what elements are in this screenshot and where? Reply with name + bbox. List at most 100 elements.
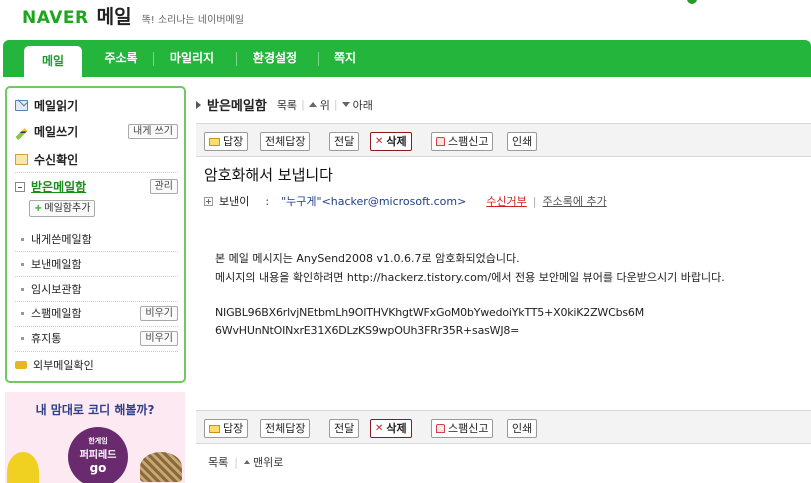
write-mail-link[interactable]: 메일쓰기 <box>34 123 78 140</box>
collapse-icon[interactable] <box>15 181 25 192</box>
report-spam-label: 스팸신고 <box>448 422 489 435</box>
folder-label: 보낸메일함 <box>31 258 82 271</box>
reply-all-button[interactable]: 전체답장 <box>260 132 311 151</box>
ad-badge-line2: 퍼피레드 <box>79 450 117 461</box>
list-link[interactable]: 목록 <box>277 97 297 113</box>
delete-label: 삭제 <box>386 135 407 148</box>
tab-settings[interactable]: 환경설정 <box>243 40 307 77</box>
reject-link[interactable]: 수신거부 <box>486 193 526 209</box>
prev-link[interactable]: 위 <box>320 97 330 113</box>
back-to-top-link[interactable]: 맨위로 <box>253 454 283 470</box>
nav-separator: | <box>333 98 338 111</box>
forward-button[interactable]: 전달 <box>329 132 360 151</box>
sidebar-item-drafts[interactable]: 임시보관함 <box>21 281 178 297</box>
spam-folder-link[interactable]: 스팸메일함 <box>31 305 82 321</box>
arrow-up-icon <box>308 102 317 107</box>
report-spam-button[interactable]: 스팸신고 <box>431 132 494 151</box>
reply-button[interactable]: 답장 <box>204 132 249 151</box>
sidebar-divider <box>15 351 178 352</box>
expand-icon[interactable] <box>204 196 213 206</box>
sidebar-item-self-mailbox[interactable]: 내게쓴메일함 <box>21 231 178 247</box>
external-mail-label: 외부메일확인 <box>33 359 94 372</box>
sidebar-item-write-mail: 메일쓰기 내게 쓰기 <box>15 123 178 140</box>
sidebar-divider <box>15 326 178 327</box>
tab-memo[interactable]: 쪽지 <box>323 40 367 77</box>
read-mail-label: 메일읽기 <box>34 99 79 113</box>
reply-label: 답장 <box>223 422 244 435</box>
reply-button[interactable]: 답장 <box>204 419 249 438</box>
encrypted-text-line: NIGBL96BX6rlvjNEtbmLh9OITHVKhgtWFxGoM0bY… <box>215 306 644 319</box>
folder-label: 내게쓴메일함 <box>31 233 92 246</box>
trash-folder-link[interactable]: 휴지통 <box>31 330 61 346</box>
sidebar-item-receipt-check[interactable]: 수신확인 <box>15 151 178 168</box>
bullet-icon <box>21 262 24 266</box>
ad-badge-line3: go <box>89 461 107 475</box>
folder-title: 받은메일함 <box>207 99 267 114</box>
empty-spam-button[interactable]: 비우기 <box>140 305 178 321</box>
bottom-toolbar: 답장 전체답장 전달 ✕ 삭제 스팸신고 인쇄 <box>196 410 811 444</box>
ad-banner[interactable]: 내 맘대로 코디 해볼까? 한게임 퍼피레드 go <box>5 392 185 483</box>
empty-trash-button[interactable]: 비우기 <box>140 330 178 346</box>
body-line: 본 메일 메시지는 AnySend2008 v1.0.6.7로 암호화되었습니다… <box>215 252 520 265</box>
mail-icon <box>209 137 220 146</box>
main-nav: 메일 주소록 마일리지 환경설정 쪽지 <box>3 40 811 77</box>
bullet-icon <box>21 237 24 241</box>
sidebar-item-read-mail[interactable]: 메일읽기 <box>15 97 178 114</box>
write-to-me-button[interactable]: 내게 쓰기 <box>128 124 178 139</box>
reply-all-button[interactable]: 전체답장 <box>260 419 311 438</box>
bottom-nav: 목록 | 맨위로 <box>208 454 283 470</box>
mail-icon <box>209 424 220 433</box>
naver-mail-logo[interactable]: NAVER 메일 똑! 소리나는 네이버메일 <box>22 2 244 29</box>
forward-button[interactable]: 전달 <box>329 419 360 438</box>
inbox-link[interactable]: 받은메일함 <box>31 178 86 195</box>
sidebar-item-sent[interactable]: 보낸메일함 <box>21 256 178 272</box>
nav-separator: | <box>234 455 238 469</box>
mail-view: 받은메일함 목록 | 위 | 아래 답장 전체답장 전달 ✕ 삭제 스팸신고 인쇄… <box>196 86 811 483</box>
tab-mail[interactable]: 메일 <box>24 46 82 77</box>
logo-mail-text: 메일 <box>96 6 132 28</box>
delete-button[interactable]: ✕ 삭제 <box>370 132 412 151</box>
delete-button[interactable]: ✕ 삭제 <box>370 419 412 438</box>
add-to-contacts-link[interactable]: 주소록에 추가 <box>543 193 607 209</box>
bullet-icon <box>21 336 24 340</box>
sender-address[interactable]: "누구게"<hacker@microsoft.com> <box>281 193 466 209</box>
folder-label: 임시보관함 <box>31 283 82 296</box>
x-icon: ✕ <box>375 136 384 147</box>
receipt-check-label: 수신확인 <box>34 153 79 167</box>
sender-label: 보낸이 <box>219 195 250 208</box>
encrypted-text-line: 6WvHUnNtOINxrE31X6DLzKS9wpOUh3FRr35R+sas… <box>215 324 520 337</box>
envelope-icon <box>15 100 28 111</box>
report-spam-button[interactable]: 스팸신고 <box>431 419 494 438</box>
tab-mileage[interactable]: 마일리지 <box>161 40 223 77</box>
sidebar-item-spam: 스팸메일함 비우기 <box>21 305 178 321</box>
ad-badge: 한게임 퍼피레드 go <box>68 427 128 483</box>
sidebar-divider <box>15 276 178 277</box>
tab-contacts[interactable]: 주소록 <box>93 40 149 77</box>
mail-subject: 암호화해서 보냅니다 <box>204 166 333 184</box>
print-button[interactable]: 인쇄 <box>507 132 538 151</box>
ad-character-image <box>7 452 39 483</box>
sender-row: 보낸이 : "누구게"<hacker@microsoft.com> 수신거부 |… <box>204 193 607 209</box>
report-spam-label: 스팸신고 <box>448 135 489 148</box>
arrow-right-icon <box>196 100 201 109</box>
bottom-list-link[interactable]: 목록 <box>208 454 228 470</box>
x-icon: ✕ <box>375 423 384 434</box>
sender-colon: : <box>265 194 270 208</box>
manage-button[interactable]: 관리 <box>149 179 178 194</box>
sidebar-divider <box>15 251 178 252</box>
ad-hat-image <box>140 452 182 482</box>
body-line: 메시지의 내용을 확인하려면 http://hackerz.tistory.co… <box>215 271 725 284</box>
sidebar-item-external-mail[interactable]: 외부메일확인 <box>15 357 178 373</box>
tab-divider <box>318 52 319 66</box>
top-right-icon <box>687 0 697 4</box>
next-link[interactable]: 아래 <box>353 97 373 113</box>
add-mailbox-button[interactable]: + 메일함추가 <box>29 200 96 217</box>
bullet-icon <box>21 311 24 315</box>
tab-divider <box>236 52 237 66</box>
receipt-check-icon <box>15 154 28 165</box>
plus-icon: + <box>34 203 43 214</box>
print-button[interactable]: 인쇄 <box>507 419 538 438</box>
add-mailbox-row: + 메일함추가 <box>29 200 178 217</box>
spam-icon <box>436 424 445 433</box>
header: NAVER 메일 똑! 소리나는 네이버메일 <box>0 0 811 40</box>
